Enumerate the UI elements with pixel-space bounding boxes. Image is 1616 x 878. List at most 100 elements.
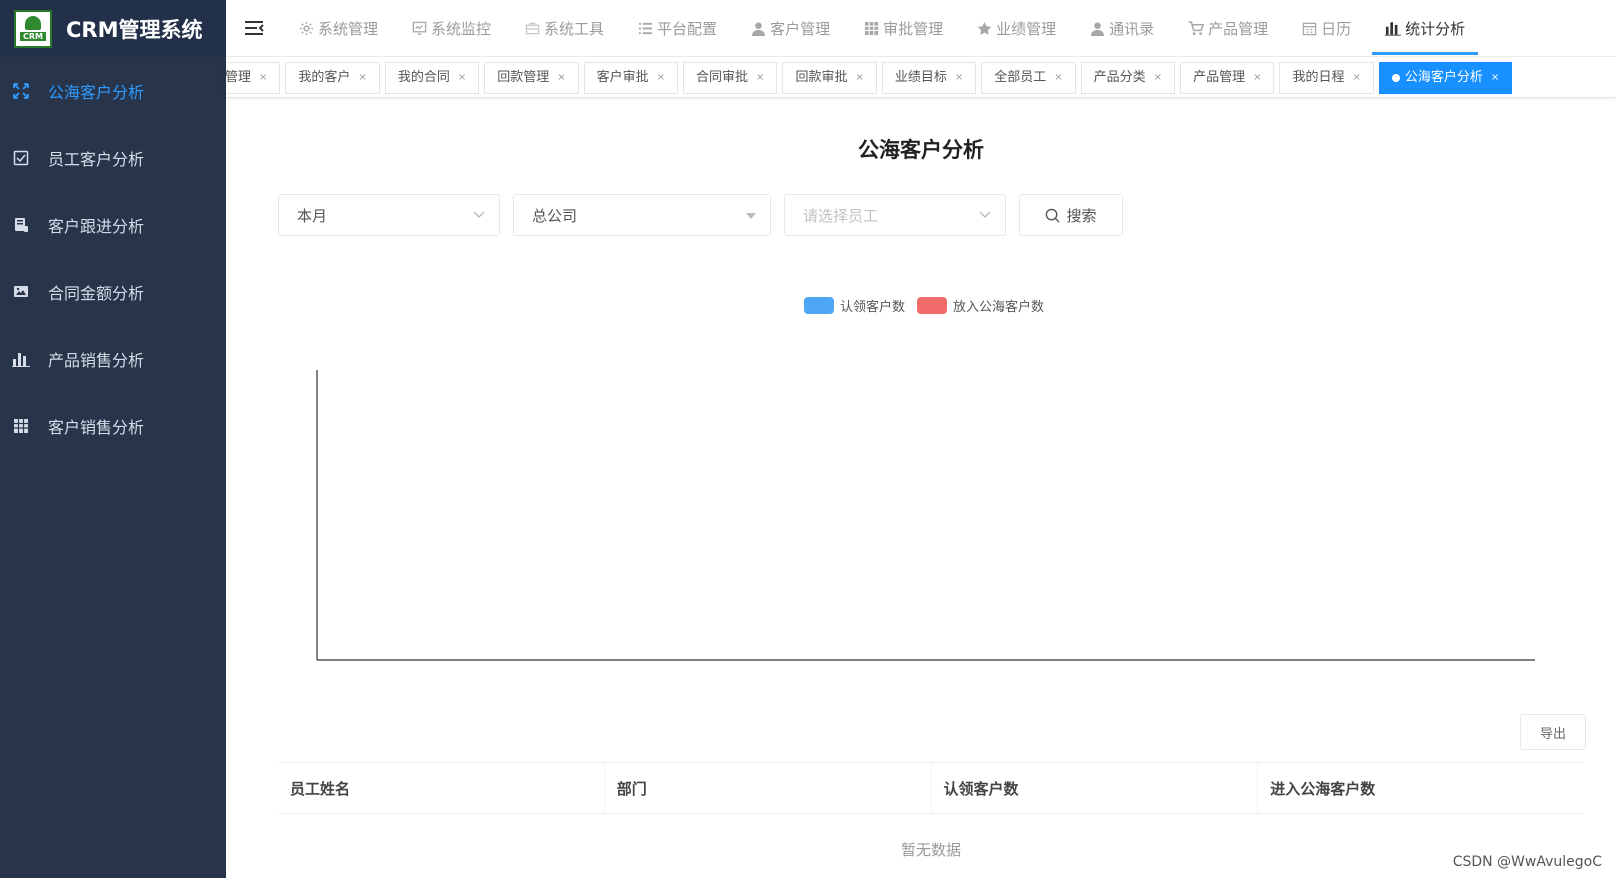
tag-payment-management[interactable]: 回款管理 × bbox=[484, 62, 579, 94]
monitor-icon bbox=[412, 21, 427, 36]
tag-label: 产品分类 bbox=[1093, 70, 1146, 85]
column-header-public-pool-count[interactable]: 进入公海客户数 bbox=[1258, 763, 1584, 813]
sidebar-item-customer-sales-analysis[interactable]: 客户销售分析 bbox=[0, 392, 226, 459]
star-icon bbox=[977, 21, 992, 36]
sidebar-item-customer-followup-analysis[interactable]: 客户跟进分析 bbox=[0, 191, 226, 258]
close-icon[interactable]: × bbox=[955, 63, 963, 93]
close-icon[interactable]: × bbox=[1054, 63, 1062, 93]
tag-my-contracts[interactable]: 我的合同 × bbox=[384, 62, 480, 94]
active-dot-icon bbox=[1391, 74, 1400, 82]
close-icon[interactable]: × bbox=[657, 63, 665, 93]
nav-label: 平台配置 bbox=[657, 19, 718, 38]
sidebar-item-label: 合同金额分析 bbox=[48, 283, 145, 303]
close-icon[interactable]: × bbox=[1491, 63, 1499, 93]
grid-icon bbox=[864, 21, 879, 36]
sidebar-item-employee-customer-analysis[interactable]: 员工客户分析 bbox=[0, 124, 226, 191]
bar-chart-icon bbox=[1385, 21, 1402, 36]
hamburger-icon[interactable] bbox=[226, 0, 282, 57]
tag-all-employees[interactable]: 全部员工 × bbox=[981, 62, 1076, 94]
nav-system-management[interactable]: 系统管理 bbox=[282, 0, 395, 57]
close-icon[interactable]: × bbox=[557, 63, 565, 93]
nav-contacts[interactable]: 通讯录 bbox=[1073, 0, 1171, 57]
tag-contract-approval[interactable]: 合同审批 × bbox=[683, 62, 778, 94]
sidebar-item-public-customer-analysis[interactable]: 公海客户分析 bbox=[0, 57, 226, 124]
tag-payment-approval[interactable]: 回款审批 × bbox=[782, 62, 877, 94]
tag-label: 回款审批 bbox=[795, 70, 848, 85]
user-icon bbox=[751, 21, 766, 36]
nav-approval-management[interactable]: 审批管理 bbox=[847, 0, 960, 57]
table-empty-text: 暂无数据 bbox=[900, 840, 961, 859]
export-button[interactable]: 导出 bbox=[1520, 714, 1586, 750]
nav-label: 客户管理 bbox=[770, 19, 831, 38]
nav-calendar[interactable]: 日历 bbox=[1285, 0, 1368, 57]
sidebar: CRM CRM管理系统 公海客户分析 员工客户分析 客户跟进分析 合同金额分析 … bbox=[0, 0, 226, 878]
app-title: CRM管理系统 bbox=[66, 17, 203, 42]
nav-platform-config[interactable]: 平台配置 bbox=[621, 0, 734, 57]
nav-label: 系统工具 bbox=[544, 19, 605, 38]
sidebar-item-label: 公海客户分析 bbox=[48, 82, 145, 102]
image-card-icon bbox=[12, 283, 30, 301]
sidebar-item-product-sales-analysis[interactable]: 产品销售分析 bbox=[0, 325, 226, 392]
tag-label: 全部员工 bbox=[994, 70, 1047, 85]
checkbox-icon bbox=[12, 149, 30, 167]
nav-label: 通讯录 bbox=[1109, 19, 1155, 38]
tag-performance-target[interactable]: 业绩目标 × bbox=[881, 62, 977, 94]
close-icon[interactable]: × bbox=[358, 63, 366, 93]
close-icon[interactable]: × bbox=[458, 63, 466, 93]
tag-label: 我的日程 bbox=[1292, 70, 1345, 85]
sidebar-item-label: 客户销售分析 bbox=[48, 417, 145, 437]
tag-label: 我的合同 bbox=[397, 70, 450, 85]
nav-product-management[interactable]: 产品管理 bbox=[1171, 0, 1285, 57]
close-icon[interactable]: × bbox=[756, 63, 764, 93]
top-nav: 系统管理 系统监控 系统工具 平台配置 客户管理 审批管理 业绩管理 通讯录 产… bbox=[226, 0, 1616, 57]
nav-system-monitor[interactable]: 系统监控 bbox=[395, 0, 508, 57]
column-header-claimed-count[interactable]: 认领客户数 bbox=[932, 763, 1259, 813]
gear-icon bbox=[299, 21, 314, 36]
sidebar-item-label: 客户跟进分析 bbox=[48, 216, 145, 236]
document-icon bbox=[12, 216, 30, 234]
logo-icon: CRM bbox=[14, 9, 52, 48]
nav-label: 日历 bbox=[1321, 19, 1352, 38]
logo-text: CRM bbox=[20, 32, 46, 41]
tag-label: 回款管理 bbox=[497, 70, 550, 85]
bar-chart-icon bbox=[12, 350, 30, 368]
sidebar-item-contract-amount-analysis[interactable]: 合同金额分析 bbox=[0, 258, 226, 325]
close-icon[interactable]: × bbox=[1352, 63, 1360, 93]
tag-management[interactable]: 管理 × bbox=[226, 62, 281, 94]
logo-area[interactable]: CRM CRM管理系统 bbox=[0, 0, 226, 57]
nav-label: 系统监控 bbox=[431, 19, 492, 38]
tag-public-customer-analysis[interactable]: 公海客户分析 × bbox=[1378, 62, 1513, 94]
sidebar-item-label: 产品销售分析 bbox=[48, 350, 145, 370]
nav-statistics-analysis[interactable]: 统计分析 bbox=[1368, 0, 1482, 57]
tag-label: 我的客户 bbox=[298, 70, 351, 85]
data-table: 员工姓名 部门 认领客户数 进入公海客户数 暂无数据 bbox=[278, 762, 1584, 878]
main-content: 公海客户分析 本月 总公司 请选择员工 搜索 认领客户数 放入公海客户数 导出 … bbox=[226, 98, 1616, 878]
sidebar-item-label: 员工客户分析 bbox=[48, 149, 145, 169]
column-header-employee-name[interactable]: 员工姓名 bbox=[278, 763, 605, 813]
tag-customer-approval[interactable]: 客户审批 × bbox=[583, 62, 679, 94]
expand-icon bbox=[12, 82, 30, 100]
tag-my-customers[interactable]: 我的客户 × bbox=[285, 62, 380, 94]
nav-system-tools[interactable]: 系统工具 bbox=[508, 0, 621, 57]
nav-label: 统计分析 bbox=[1405, 19, 1466, 38]
tags-view-bar: 管理 × 我的客户 × 我的合同 × 回款管理 × 客户审批 × 合同审批 × 回款审批 × … bbox=[226, 57, 1616, 98]
tag-product-management[interactable]: 产品管理 × bbox=[1180, 62, 1275, 94]
watermark: CSDN @WwAvulegoC bbox=[1452, 854, 1602, 870]
sidebar-menu: 公海客户分析 员工客户分析 客户跟进分析 合同金额分析 产品销售分析 客户销售分… bbox=[0, 57, 226, 459]
close-icon[interactable]: × bbox=[1253, 63, 1261, 93]
close-icon[interactable]: × bbox=[855, 63, 863, 93]
tag-product-category[interactable]: 产品分类 × bbox=[1080, 62, 1176, 94]
nav-performance-management[interactable]: 业绩管理 bbox=[960, 0, 1073, 57]
nav-customer-management[interactable]: 客户管理 bbox=[734, 0, 847, 57]
tag-label: 产品管理 bbox=[1193, 70, 1246, 85]
tag-my-schedule[interactable]: 我的日程 × bbox=[1279, 62, 1374, 94]
column-header-department[interactable]: 部门 bbox=[605, 763, 932, 813]
calendar-icon bbox=[1302, 21, 1317, 36]
tag-label: 业绩目标 bbox=[894, 70, 947, 85]
user-icon bbox=[1090, 21, 1105, 36]
close-icon[interactable]: × bbox=[1154, 63, 1162, 93]
close-icon[interactable]: × bbox=[259, 63, 267, 93]
tag-label: 合同审批 bbox=[696, 70, 749, 85]
toolbox-icon bbox=[525, 21, 540, 36]
nav-label: 产品管理 bbox=[1208, 19, 1269, 38]
